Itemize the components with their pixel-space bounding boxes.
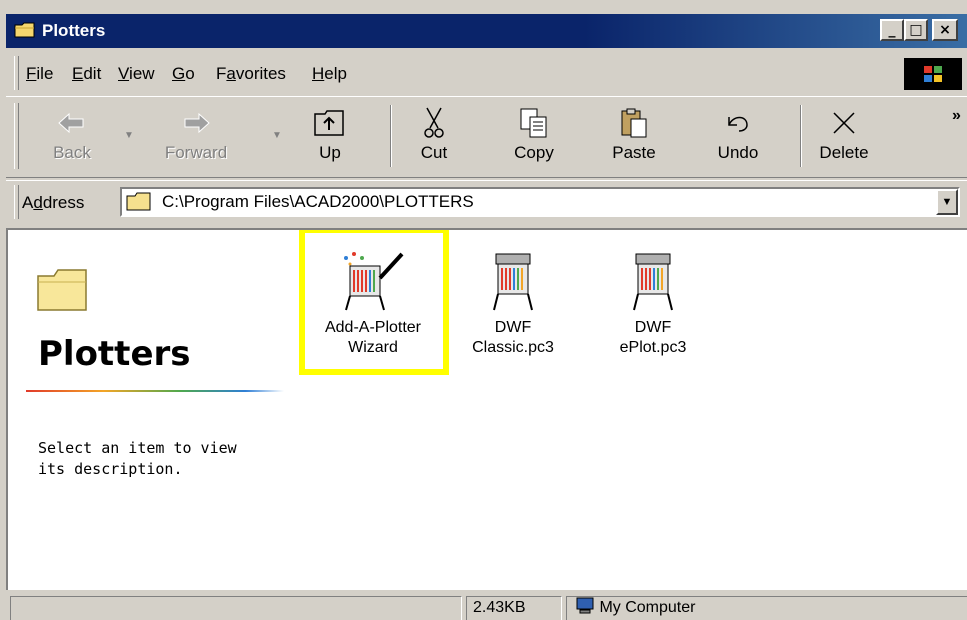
folder-icon	[126, 192, 151, 211]
chevron-down-icon: ▼	[941, 196, 953, 208]
copy-icon	[520, 108, 547, 138]
address-dropdown-button[interactable]: ▼	[936, 189, 958, 215]
window-title: Plotters	[42, 21, 106, 40]
folder-content-area[interactable]: Plotters Select an item to view its desc…	[6, 228, 967, 590]
toolbar-separator	[390, 105, 392, 167]
menu-grip[interactable]	[14, 56, 19, 90]
zone-label: My Computer	[599, 599, 696, 616]
up-button[interactable]: Up	[290, 103, 370, 173]
address-bar: Address C:\Program Files\ACAD2000\PLOTTE…	[6, 180, 967, 225]
title-bar[interactable]: Plotters _ □ ×	[6, 14, 967, 48]
file-label-line2: Classic.pc3	[472, 339, 554, 356]
copy-button[interactable]: Copy	[494, 103, 574, 173]
minimize-icon: _	[888, 22, 896, 38]
toolbar-grip[interactable]	[14, 103, 19, 169]
forward-dropdown-icon[interactable]: ▼	[272, 130, 282, 141]
status-panel-main	[10, 596, 462, 620]
address-field[interactable]: C:\Program Files\ACAD2000\PLOTTERS ▼	[120, 187, 960, 217]
up-folder-icon	[314, 110, 344, 136]
delete-button[interactable]: Delete	[804, 103, 884, 173]
address-value: C:\Program Files\ACAD2000\PLOTTERS	[162, 192, 474, 211]
pane-title: Plotters	[38, 334, 191, 374]
status-bar: 2.43KB My Computer	[6, 592, 967, 620]
close-icon: ×	[939, 22, 951, 38]
toolbar-overflow-chevron[interactable]: »	[952, 107, 961, 125]
plotter-icon	[493, 253, 533, 311]
pane-divider	[26, 390, 284, 392]
windows-flag-icon	[924, 66, 942, 82]
scissors-icon	[424, 107, 444, 138]
undo-arrow-icon	[728, 116, 748, 132]
paste-clipboard-icon	[621, 108, 647, 138]
back-arrow-icon	[58, 112, 84, 134]
forward-arrow-icon	[184, 112, 210, 134]
close-button[interactable]: ×	[932, 19, 958, 41]
webview-info-pane: Plotters Select an item to view its desc…	[8, 230, 294, 590]
file-item-dwf-classic[interactable]: DWF Classic.pc3	[448, 240, 578, 358]
status-zone: My Computer	[566, 596, 967, 620]
maximize-button[interactable]: □	[904, 19, 928, 41]
cut-button[interactable]: Cut	[394, 103, 474, 173]
menu-go[interactable]: Go	[172, 64, 195, 84]
file-label-line2: ePlot.pc3	[619, 339, 687, 356]
file-item-dwf-eplot[interactable]: DWF ePlot.pc3	[588, 240, 718, 358]
menu-favorites[interactable]: Favorites	[216, 64, 286, 84]
toolbar-separator	[800, 105, 802, 167]
back-dropdown-icon[interactable]: ▼	[124, 130, 134, 141]
computer-icon	[576, 597, 594, 614]
folder-icon	[14, 22, 35, 38]
maximize-icon: □	[909, 22, 923, 38]
menu-help[interactable]: Help	[312, 64, 347, 84]
menu-edit[interactable]: Edit	[72, 64, 101, 84]
minimize-button[interactable]: _	[880, 19, 904, 41]
standard-toolbar: Back ▼ Forward ▼ Up Cut Copy Paste Undo	[6, 96, 967, 178]
file-label-line1: DWF	[494, 319, 532, 336]
address-label: Address	[22, 193, 85, 212]
selection-highlight-box	[299, 230, 449, 375]
address-grip[interactable]	[14, 185, 19, 219]
back-button[interactable]: Back	[32, 103, 112, 173]
explorer-window: Plotters _ □ × File Edit View Go Favorit…	[0, 0, 967, 620]
windows-logo	[904, 58, 962, 90]
delete-x-icon	[833, 112, 855, 134]
plotter-icon	[633, 253, 673, 311]
paste-button[interactable]: Paste	[594, 103, 674, 173]
menu-view[interactable]: View	[118, 64, 155, 84]
undo-button[interactable]: Undo	[698, 103, 778, 173]
pane-description: Select an item to view its description.	[38, 439, 237, 478]
forward-button[interactable]: Forward	[156, 103, 236, 173]
menu-file[interactable]: File	[26, 64, 53, 84]
large-folder-icon	[37, 269, 87, 311]
menu-bar: File Edit View Go Favorites Help	[6, 52, 967, 94]
status-size: 2.43KB	[466, 596, 562, 620]
file-label-line1: DWF	[634, 319, 672, 336]
